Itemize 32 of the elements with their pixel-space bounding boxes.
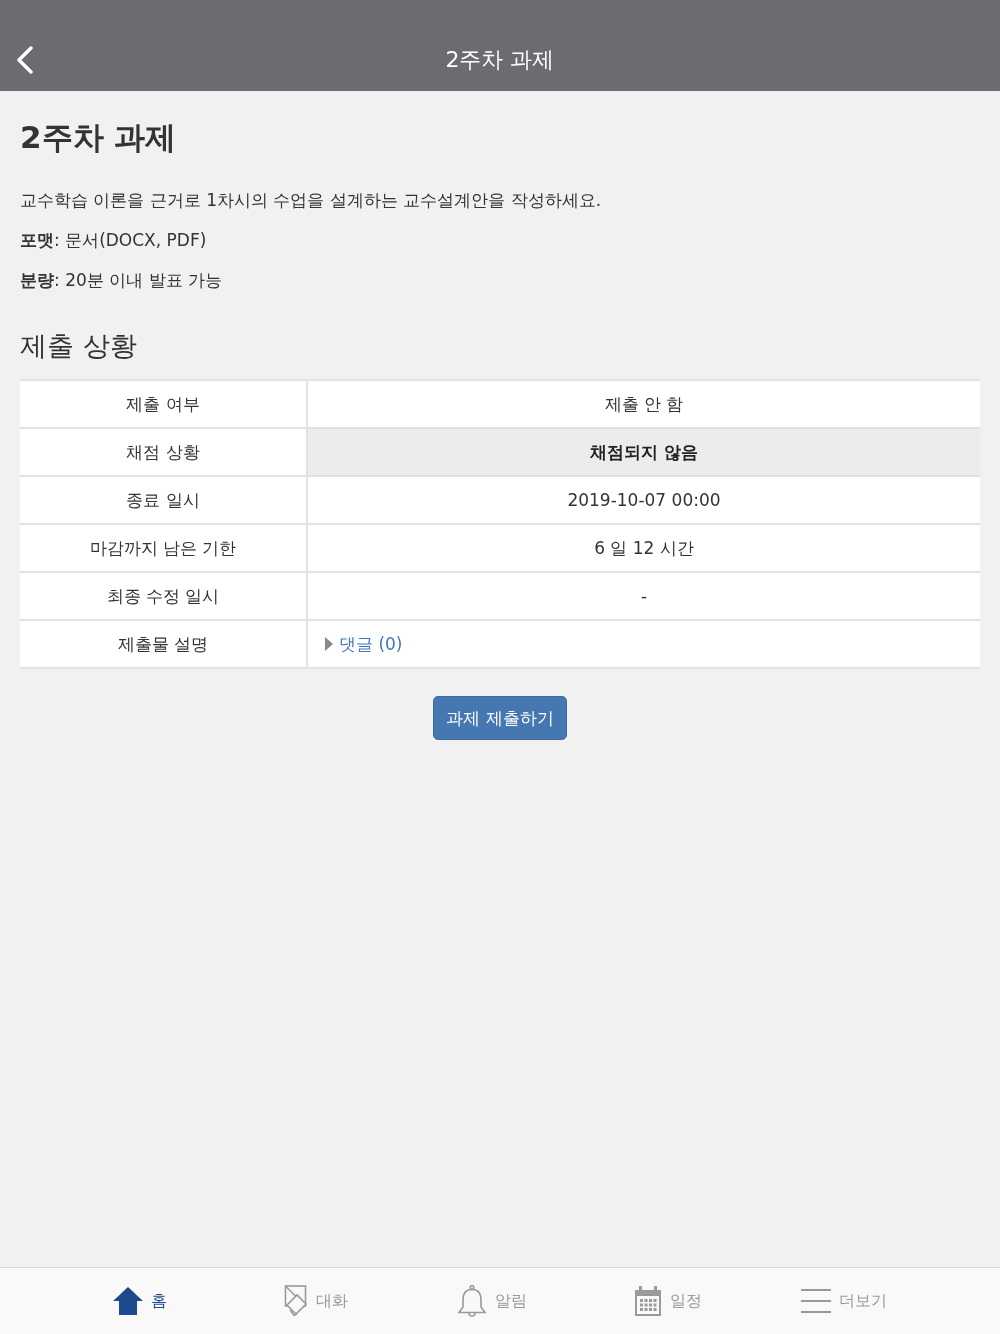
comments-link[interactable]: 댓글 (0): [339, 632, 403, 656]
row-value: 제출 안 함: [604, 392, 684, 416]
tab-bar-item[interactable]: 더보기: [756, 1268, 932, 1334]
row-label: 최종 수정 일시: [106, 584, 220, 608]
assignment-description: 교수학습 이론을 근거로 1차시의 수업을 설계하는 교수설계안을 작성하세요.: [20, 190, 602, 210]
tab-bar-item[interactable]: 일정: [580, 1268, 756, 1334]
note-icon: [284, 1285, 308, 1317]
tab-bar-item[interactable]: 홈: [52, 1268, 228, 1334]
assignment-detail: 분량: 20분 이내 발표 가능: [20, 270, 222, 290]
grading-status-text: 채점되지 않음: [590, 440, 698, 464]
assignment-title: 2주차 과제: [20, 118, 177, 157]
submit-assignment-button[interactable]: 과제 제출하기: [433, 696, 567, 740]
row-value: 2019-10-07 00:00: [567, 490, 721, 510]
assignment-detail: 포맷: 문서(DOCX, PDF): [20, 230, 207, 250]
home-icon: [113, 1287, 143, 1315]
bell-icon: [457, 1285, 487, 1317]
calendar-icon: [634, 1286, 662, 1316]
section-heading: 제출 상황: [20, 329, 137, 363]
row-label: 종료 일시: [126, 488, 200, 512]
back-chevron-icon: [16, 45, 34, 74]
row-label: 채점 상황: [126, 440, 200, 464]
row-value: -: [640, 586, 648, 606]
menu-icon: [801, 1288, 831, 1314]
tab-bar-item[interactable]: 대화: [228, 1268, 404, 1334]
row-value: 6 일 12 시간: [594, 536, 694, 560]
tab-bar-item[interactable]: 알림: [404, 1268, 580, 1334]
row-label: 제출물 설명: [117, 632, 209, 656]
row-label: 마감까지 남은 기한: [89, 536, 237, 560]
row-label: 제출 여부: [126, 392, 200, 416]
back-button[interactable]: [16, 45, 34, 74]
page-title: 2주차 과제: [444, 45, 556, 74]
caret-right-icon[interactable]: [324, 637, 333, 651]
